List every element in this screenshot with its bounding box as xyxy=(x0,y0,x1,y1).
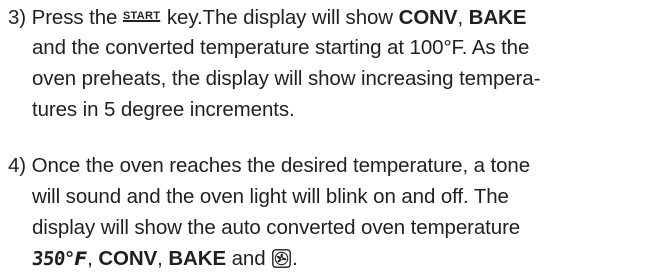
step-3-line-3: oven preheats, the display will show inc… xyxy=(32,67,541,90)
step-4-line-4: 350°F, CONV, BAKE and . xyxy=(8,243,642,274)
conv-display-label: CONV xyxy=(398,6,458,29)
separator-comma: , xyxy=(87,247,99,270)
step-4-line-3: display will show the auto converted ove… xyxy=(32,216,521,239)
start-key-label: START xyxy=(122,10,161,22)
separator-comma: , xyxy=(157,247,169,270)
step-4-text-period: . xyxy=(292,247,298,270)
bake-display-label: BAKE xyxy=(168,247,227,270)
step-3-line-1: 3) Press the START key.The display will … xyxy=(8,1,642,32)
conv-display-label: CONV xyxy=(98,247,158,270)
lcd-temperature-readout: 350 xyxy=(30,248,67,270)
step-3-text-display-will-show: key.The display will show xyxy=(161,6,399,29)
step-4-line-2: will sound and the oven light will blink… xyxy=(32,185,509,208)
manual-page: 3) Press the START key.The display will … xyxy=(0,0,647,273)
step-4-line-1: 4) Once the oven reaches the desired tem… xyxy=(8,154,531,177)
step-3-line-4: tures in 5 degree increments. xyxy=(32,98,295,121)
step-3-text-press-the: 3) Press the xyxy=(8,6,123,29)
convection-fan-icon xyxy=(272,246,292,268)
instruction-step-3: 3) Press the START key.The display will … xyxy=(8,1,642,125)
separator-comma: , xyxy=(457,6,469,29)
step-4-text-and: and xyxy=(226,247,272,270)
instruction-step-4: 4) Once the oven reaches the desired tem… xyxy=(8,150,642,274)
step-3-line-2: and the converted temperature starting a… xyxy=(32,36,530,59)
bake-display-label: BAKE xyxy=(468,6,527,29)
lcd-temperature-unit: °F xyxy=(64,248,88,270)
